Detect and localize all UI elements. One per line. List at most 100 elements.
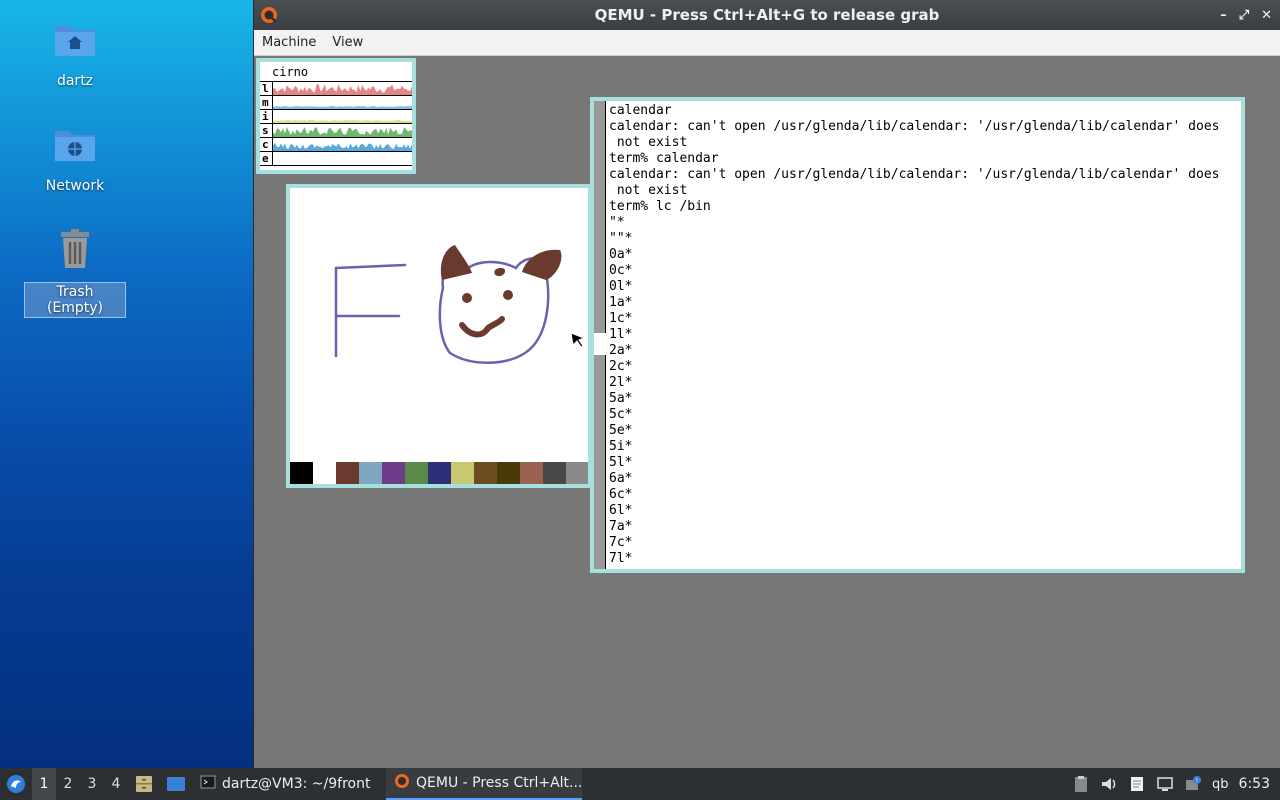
cat-ear-left — [440, 245, 472, 280]
stats-graph-e — [272, 152, 273, 165]
terminal-line: 7l* — [609, 551, 633, 566]
paint-canvas[interactable] — [290, 188, 592, 464]
notes-icon[interactable] — [1128, 775, 1146, 793]
close-button[interactable]: ✕ — [1261, 8, 1272, 23]
terminal-scrollbar-thumb[interactable] — [594, 333, 606, 355]
qemu-window: QEMU - Press Ctrl+Alt+G to release grab … — [253, 0, 1280, 768]
stats-row-s: s — [260, 124, 412, 138]
palette-swatch[interactable] — [336, 462, 359, 484]
task-button-terminal[interactable]: dartz@VM3: ~/9front — [192, 768, 386, 800]
cat-eye-right — [503, 290, 513, 300]
task-button-qemu[interactable]: QEMU - Press Ctrl+Alt... — [386, 768, 582, 800]
stats-row-key: s — [262, 124, 269, 137]
desktop-icon — [167, 777, 185, 791]
clipboard-icon[interactable] — [1072, 775, 1090, 793]
terminal-icon — [200, 774, 216, 794]
palette-swatch[interactable] — [543, 462, 566, 484]
menu-view[interactable]: View — [332, 35, 363, 50]
volume-icon[interactable] — [1100, 775, 1118, 793]
palette-swatch[interactable] — [359, 462, 382, 484]
terminal-line: 1a* — [609, 295, 633, 310]
app-menu-icon — [7, 775, 25, 793]
terminal-line: 5a* — [609, 391, 633, 406]
terminal-line: 1c* — [609, 311, 633, 326]
terminal-line: 0c* — [609, 263, 633, 278]
palette-swatch[interactable] — [451, 462, 474, 484]
network-folder-icon — [55, 131, 95, 161]
taskbar: 1234 dartz@VM3: ~/9front QEMU - Press Ctr… — [0, 768, 1280, 800]
maximize-button[interactable]: ⤢ — [1239, 8, 1249, 23]
terminal-line: not exist — [609, 183, 688, 198]
color-palette — [290, 462, 588, 484]
terminal-line: 5l* — [609, 455, 633, 470]
stats-graph-c — [272, 138, 412, 151]
stats-row-key: e — [262, 152, 269, 165]
terminal-line: 2l* — [609, 375, 633, 390]
app-menu-button[interactable] — [0, 768, 32, 800]
file-manager-launcher[interactable] — [128, 768, 160, 800]
task-label: dartz@VM3: ~/9front — [222, 776, 371, 792]
show-desktop-button[interactable] — [160, 768, 192, 800]
palette-swatch[interactable] — [290, 462, 313, 484]
stats-graph-i — [272, 110, 412, 123]
paint-window[interactable] — [286, 184, 592, 488]
palette-swatch[interactable] — [520, 462, 543, 484]
terminal-line: 6c* — [609, 487, 633, 502]
guest-screen[interactable]: cirno lmisce calendar calendar: can't op… — [254, 56, 1280, 768]
qemu-icon — [261, 7, 277, 23]
clock[interactable]: 6:53 — [1239, 776, 1270, 792]
cat-ear-right — [522, 249, 562, 280]
letter-f-stroke-1 — [334, 263, 407, 358]
desktop-icon-home[interactable]: dartz — [24, 16, 126, 90]
mouse-cursor-icon — [570, 332, 586, 348]
terminal-line: 5c* — [609, 407, 633, 422]
terminal-line: calendar: can't open /usr/glenda/lib/cal… — [609, 119, 1220, 134]
terminal-line: 2a* — [609, 343, 633, 358]
stats-graphs: lmisce — [260, 82, 412, 166]
keyboard-layout-indicator[interactable]: qb — [1212, 777, 1229, 792]
workspace-switcher: 1234 — [32, 768, 128, 800]
system-tray: ! qb 6:53 — [1072, 775, 1280, 793]
stats-row-key: c — [262, 138, 269, 151]
menu-machine[interactable]: Machine — [262, 35, 316, 50]
desktop-icon-network[interactable]: Network — [24, 121, 126, 195]
workspace-3[interactable]: 3 — [80, 768, 104, 800]
qemu-titlebar[interactable]: QEMU - Press Ctrl+Alt+G to release grab … — [254, 0, 1280, 30]
stats-hostname: cirno — [260, 62, 412, 82]
palette-swatch[interactable] — [474, 462, 497, 484]
desktop-icon-label: dartz — [56, 73, 94, 89]
cat-eye-left — [462, 293, 472, 303]
stats-row-i: i — [260, 110, 412, 124]
palette-swatch[interactable] — [313, 462, 336, 484]
palette-swatch[interactable] — [497, 462, 520, 484]
stats-row-key: l — [262, 82, 269, 95]
palette-swatch[interactable] — [566, 462, 588, 484]
letter-f-drawing — [334, 263, 407, 358]
task-label: QEMU - Press Ctrl+Alt... — [416, 775, 583, 791]
desktop-icon-label: Trash (Empty) — [24, 282, 126, 318]
stats-row-key: i — [262, 110, 269, 123]
network-monitor-icon[interactable] — [1156, 775, 1174, 793]
terminal-line: calendar: can't open /usr/glenda/lib/cal… — [609, 167, 1220, 182]
trash-icon — [61, 229, 89, 268]
minimize-button[interactable]: – — [1220, 8, 1227, 23]
terminal-window[interactable]: calendar calendar: can't open /usr/glenda… — [590, 97, 1245, 573]
palette-swatch[interactable] — [405, 462, 428, 484]
workspace-4[interactable]: 4 — [104, 768, 128, 800]
terminal-line: 1l* — [609, 327, 633, 342]
terminal-line: 6a* — [609, 471, 633, 486]
stats-window[interactable]: cirno lmisce — [256, 58, 416, 174]
terminal-line: 2c* — [609, 359, 633, 374]
cat-brow — [494, 267, 506, 277]
desktop-icon-trash[interactable]: Trash (Empty) — [24, 226, 126, 318]
palette-swatch[interactable] — [382, 462, 405, 484]
terminal-line: ""* — [609, 231, 633, 246]
notification-icon[interactable]: ! — [1184, 775, 1202, 793]
terminal-output[interactable]: calendar calendar: can't open /usr/glenda… — [609, 103, 1239, 567]
workspace-2[interactable]: 2 — [56, 768, 80, 800]
terminal-scrollbar[interactable] — [594, 101, 606, 569]
palette-swatch[interactable] — [428, 462, 451, 484]
stats-row-l: l — [260, 82, 412, 96]
workspace-1[interactable]: 1 — [32, 768, 56, 800]
task-list: dartz@VM3: ~/9front QEMU - Press Ctrl+Alt… — [192, 768, 582, 800]
